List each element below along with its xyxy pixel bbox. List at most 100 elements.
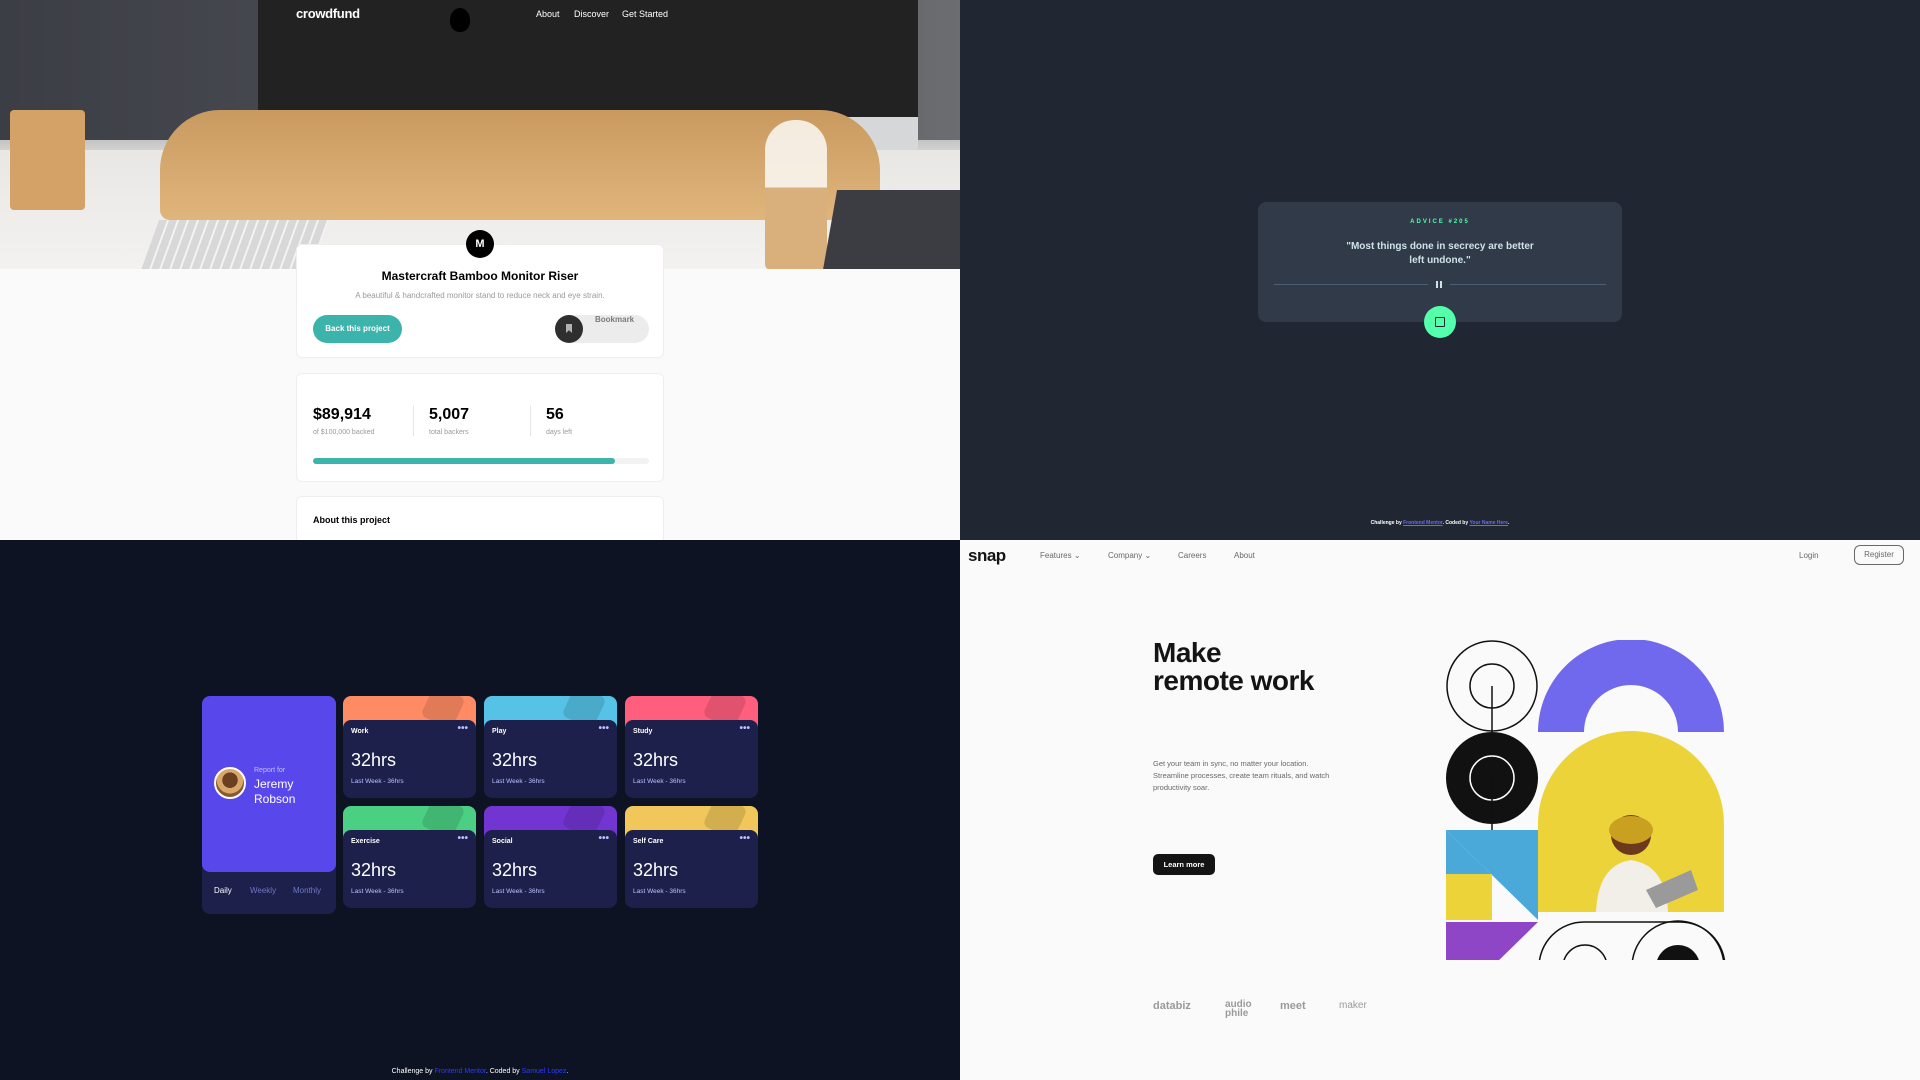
ellipsis-icon[interactable]: ••• <box>739 833 750 844</box>
project-title: Mastercraft Bamboo Monitor Riser <box>381 269 579 283</box>
activity-card-exercise[interactable]: Exercise ••• 32hrs Last Week - 36hrs <box>343 806 476 908</box>
nav-company[interactable]: Company ⌄ <box>1108 551 1151 560</box>
client-logo-audiophile: audio phile <box>1225 999 1252 1019</box>
activity-card-self-care[interactable]: Self Care ••• 32hrs Last Week - 36hrs <box>625 806 758 908</box>
divider <box>530 406 531 436</box>
attribution-link-author[interactable]: Your Name Here <box>1469 520 1508 526</box>
divider <box>413 406 414 436</box>
hero-headline: Make remote work <box>1153 637 1315 696</box>
project-description: A beautiful & handcrafted monitor stand … <box>355 291 605 300</box>
attribution-mid: . Coded by <box>485 1068 520 1075</box>
activity-previous: Last Week - 36hrs <box>633 778 686 785</box>
login-link[interactable]: Login <box>1799 551 1819 560</box>
activity-card-work[interactable]: Work ••• 32hrs Last Week - 36hrs <box>343 696 476 798</box>
activity-hours: 32hrs <box>351 860 397 880</box>
profile-card: Report for Jeremy Robson Daily Weekly Mo… <box>202 696 336 914</box>
activity-hours: 32hrs <box>492 750 538 770</box>
back-project-button[interactable]: Back this project <box>313 315 402 343</box>
activity-card-study[interactable]: Study ••• 32hrs Last Week - 36hrs <box>625 696 758 798</box>
avatar <box>214 767 246 799</box>
bookmark-icon <box>555 315 583 343</box>
client-logo-meet: meet <box>1280 1000 1306 1012</box>
report-for-label: Report for <box>254 767 286 774</box>
time-tracker-panel: Report for Jeremy Robson Daily Weekly Mo… <box>0 540 960 1080</box>
ellipsis-icon[interactable]: ••• <box>598 723 609 734</box>
client-logo-maker: maker <box>1339 1000 1367 1011</box>
activity-hours: 32hrs <box>633 750 679 770</box>
attribution-link-frontend-mentor[interactable]: Frontend Mentor <box>434 1068 485 1075</box>
activity-title: Social <box>492 838 513 845</box>
crowdfund-panel: crowdfund About Discover Get Started M M… <box>0 0 960 540</box>
chevron-down-icon: ⌄ <box>1073 551 1081 560</box>
tab-monthly[interactable]: Monthly <box>293 886 321 895</box>
stat-backed-value: $89,914 <box>313 406 371 423</box>
tab-daily[interactable]: Daily <box>214 886 232 895</box>
attribution-prefix: Challenge by <box>1370 520 1402 526</box>
ellipsis-icon[interactable]: ••• <box>739 723 750 734</box>
nav-discover[interactable]: Discover <box>574 9 609 19</box>
funding-progress-bar <box>313 458 649 464</box>
attribution-suffix: . <box>566 1068 569 1075</box>
attribution-link-frontend-mentor[interactable]: Frontend Mentor <box>1403 520 1442 526</box>
attribution-link-author[interactable]: Samuel Lopez <box>522 1068 567 1075</box>
activity-previous: Last Week - 36hrs <box>351 888 404 895</box>
pause-divider-icon <box>1436 281 1438 288</box>
apple-logo-icon <box>450 8 470 32</box>
tab-weekly[interactable]: Weekly <box>250 886 276 895</box>
stats-card: $89,914 of $100,000 backed 5,007 total b… <box>296 373 664 482</box>
mastercraft-logo: M <box>466 230 494 258</box>
learn-more-button[interactable]: Learn more <box>1153 854 1215 875</box>
advice-panel: ADVICE #205 "Most things done in secrecy… <box>960 0 1920 540</box>
activity-previous: Last Week - 36hrs <box>492 778 545 785</box>
nav-careers[interactable]: Careers <box>1178 551 1206 560</box>
activity-previous: Last Week - 36hrs <box>492 888 545 895</box>
project-card: Mastercraft Bamboo Monitor Riser A beaut… <box>296 244 664 358</box>
activity-hours: 32hrs <box>351 750 397 770</box>
activity-card-social[interactable]: Social ••• 32hrs Last Week - 36hrs <box>484 806 617 908</box>
nav-features[interactable]: Features ⌄ <box>1040 551 1081 560</box>
hero-image <box>0 0 960 269</box>
hero-illustration <box>1446 640 1726 960</box>
attribution: Challenge by Frontend Mentor. Coded by Y… <box>960 520 1920 526</box>
activity-card-play[interactable]: Play ••• 32hrs Last Week - 36hrs <box>484 696 617 798</box>
snap-panel: snap Features ⌄ Company ⌄ Careers About … <box>960 540 1920 1080</box>
about-card: About this project <box>296 496 664 540</box>
activity-previous: Last Week - 36hrs <box>633 888 686 895</box>
funding-progress-fill <box>313 458 616 464</box>
attribution-suffix: . <box>1508 520 1510 526</box>
attribution-mid: . Coded by <box>1442 520 1469 526</box>
chevron-down-icon: ⌄ <box>1144 551 1152 560</box>
divider <box>1450 284 1606 285</box>
ellipsis-icon[interactable]: ••• <box>457 723 468 734</box>
activity-title: Work <box>351 728 369 735</box>
stat-backers-label: total backers <box>429 429 469 436</box>
stat-days-label: days left <box>546 429 573 436</box>
activity-hours: 32hrs <box>633 860 679 880</box>
about-title: About this project <box>313 515 390 525</box>
client-logo-databiz: databiz <box>1153 1000 1191 1012</box>
stat-backers-value: 5,007 <box>429 406 470 423</box>
stat-days-value: 56 <box>546 406 564 423</box>
dice-button[interactable] <box>1424 306 1456 338</box>
nav-get-started[interactable]: Get Started <box>622 9 668 19</box>
crowdfund-logo[interactable]: crowdfund <box>296 6 360 21</box>
attribution-prefix: Challenge by <box>391 1068 433 1075</box>
ellipsis-icon[interactable]: ••• <box>598 833 609 844</box>
bookmark-button[interactable]: Bookmark <box>555 315 649 343</box>
nav-about[interactable]: About <box>1234 551 1255 560</box>
snap-logo[interactable]: snap <box>968 546 1006 566</box>
advice-quote: "Most things done in secrecy are better … <box>1346 241 1534 266</box>
stat-backed-label: of $100,000 backed <box>313 429 375 436</box>
activity-title: Self Care <box>633 838 664 845</box>
ellipsis-icon[interactable]: ••• <box>457 833 468 844</box>
activity-title: Exercise <box>351 838 380 845</box>
activity-title: Study <box>633 728 653 735</box>
nav-about[interactable]: About <box>536 9 560 19</box>
activity-title: Play <box>492 728 507 735</box>
register-button[interactable]: Register <box>1854 545 1904 565</box>
attribution: Challenge by Frontend Mentor. Coded by S… <box>0 1068 960 1075</box>
user-name: Jeremy Robson <box>254 777 296 806</box>
advice-number: ADVICE #205 <box>1410 219 1470 225</box>
lamp-illustration <box>765 120 827 269</box>
activity-previous: Last Week - 36hrs <box>351 778 404 785</box>
